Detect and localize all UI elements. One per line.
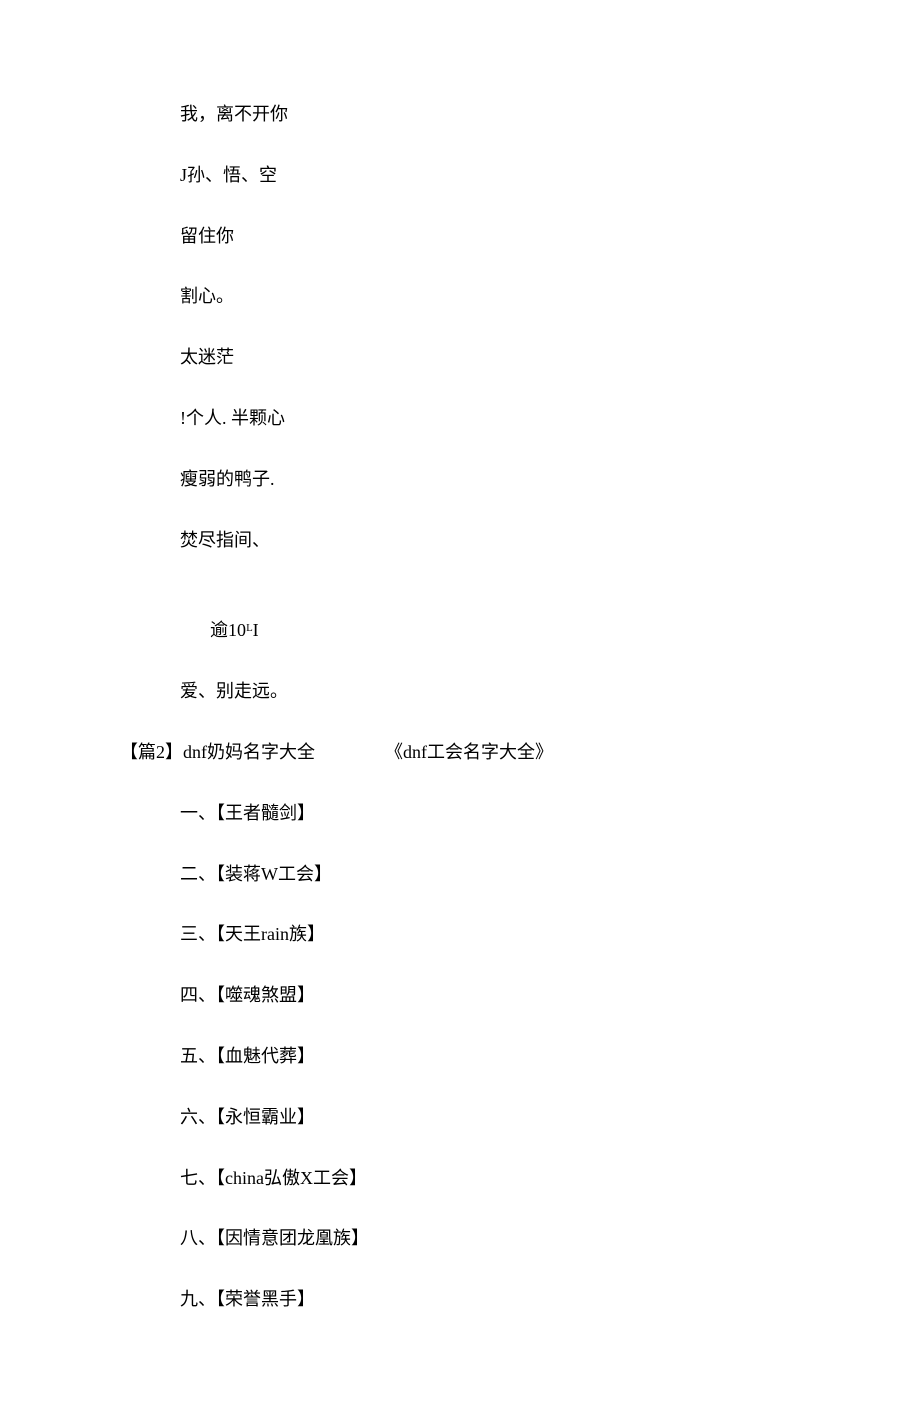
section2-header: 【篇2】dnf奶妈名字大全 《dnf工会名字大全》 — [0, 738, 920, 767]
section2-header-right: 《dnf工会名字大全》 — [385, 738, 553, 767]
guild-name-line: 一、【王者髓剑】 — [0, 799, 920, 828]
name-line: !个人. 半颗心 — [0, 404, 920, 433]
guild-name-line: 五、【血魅代葬】 — [0, 1042, 920, 1071]
middle-marker: 逾10ᴸI — [0, 616, 920, 645]
name-line: J孙、悟、空 — [0, 161, 920, 190]
guild-name-line: 七、【china弘傲X工会】 — [0, 1164, 920, 1193]
guild-name-line: 四、【噬魂煞盟】 — [0, 981, 920, 1010]
name-line: 瘦弱的鸭子. — [0, 465, 920, 494]
guild-name-line: 九、【荣誉黑手】 — [0, 1285, 920, 1314]
name-line: 太迷茫 — [0, 343, 920, 372]
guild-name-line: 三、【天王rain族】 — [0, 920, 920, 949]
name-line: 留住你 — [0, 222, 920, 251]
section2-header-left: 【篇2】dnf奶妈名字大全 — [120, 738, 315, 767]
guild-name-line: 六、【永恒霸业】 — [0, 1103, 920, 1132]
name-line: 焚尽指间、 — [0, 526, 920, 555]
guild-name-line: 二、【装蒋W工会】 — [0, 860, 920, 889]
name-line: 爱、别走远。 — [0, 677, 920, 706]
name-line: 我，离不开你 — [0, 100, 920, 129]
name-line: 割心。 — [0, 282, 920, 311]
guild-name-line: 八、【因情意团龙凰族】 — [0, 1224, 920, 1253]
